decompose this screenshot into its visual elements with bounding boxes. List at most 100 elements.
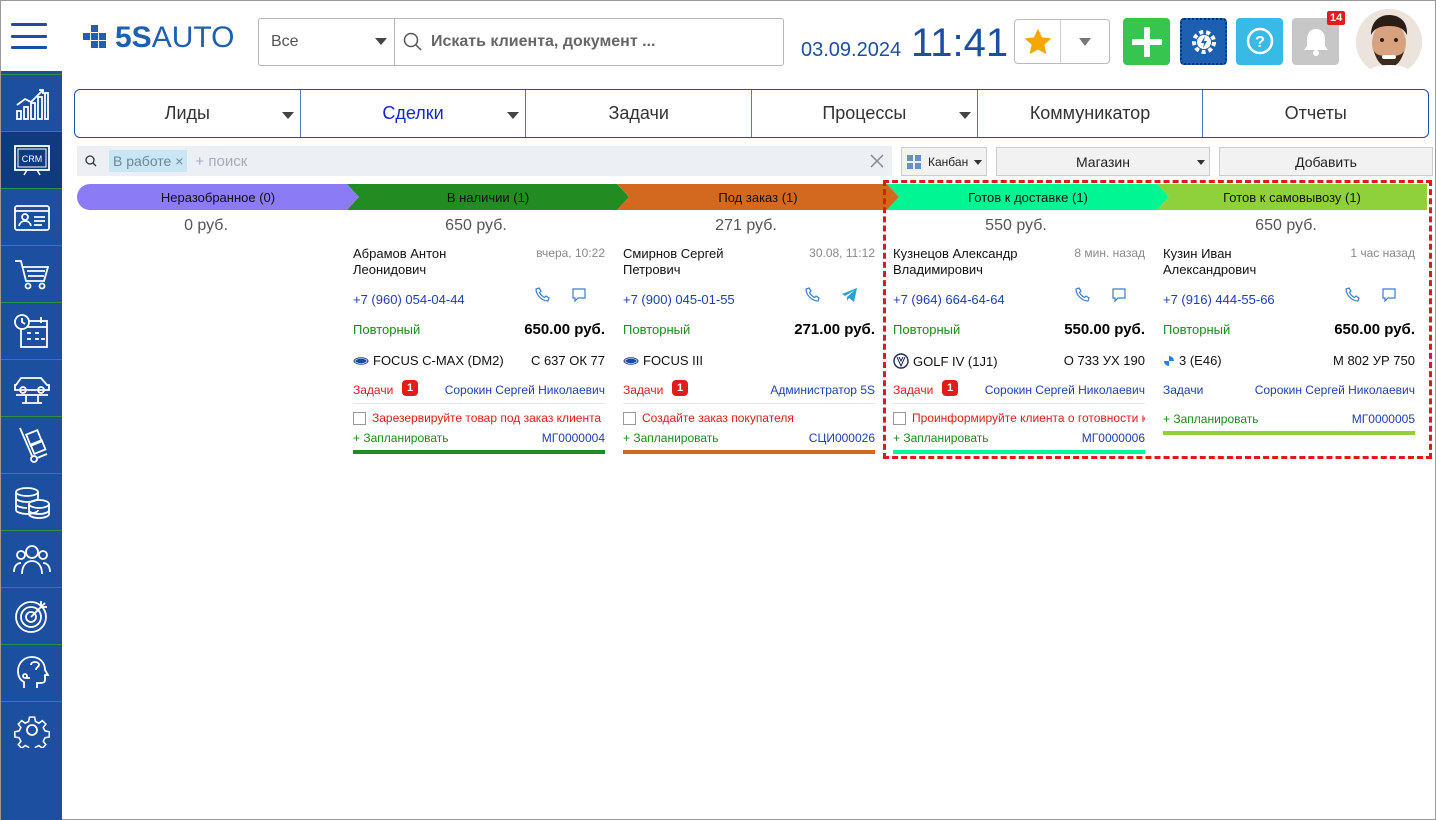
sidebar-item-support[interactable] — [1, 644, 62, 701]
coins-stack-icon — [14, 487, 50, 519]
contact-card-icon — [13, 205, 50, 231]
tab-deals[interactable]: Сделки — [301, 90, 527, 137]
phone-call-icon[interactable] — [805, 287, 821, 303]
stage-in-stock[interactable]: В наличии (1) — [347, 184, 629, 210]
tab-communicator-label: Коммуникатор — [1029, 103, 1151, 123]
help-button[interactable]: ? — [1236, 18, 1283, 65]
sidebar-item-crm[interactable]: CRM — [1, 131, 62, 188]
manager-name[interactable]: Администратор 5S — [770, 383, 875, 397]
sidebar-item-staff[interactable] — [1, 530, 62, 587]
create-new-button[interactable] — [1123, 18, 1170, 65]
filter-chip-in-progress[interactable]: В работе × — [109, 150, 188, 172]
telegram-icon[interactable] — [841, 287, 859, 303]
sidebar-item-finance[interactable] — [1, 473, 62, 530]
stage-on-order[interactable]: Под заказ (1) — [617, 184, 899, 210]
tab-leads-label: Лиды — [164, 103, 210, 123]
chevron-down-icon[interactable] — [958, 112, 971, 119]
stage-unsorted[interactable]: Неразобранное (0) — [77, 184, 359, 210]
kanban-grid-icon — [907, 154, 921, 169]
notifications-button[interactable] — [1292, 18, 1339, 65]
client-type: Повторный — [353, 322, 421, 337]
stage-label: Неразобранное (0) — [160, 189, 276, 205]
store-select[interactable]: Магазин — [996, 147, 1210, 176]
tasks-link[interactable]: Задачи — [353, 383, 393, 397]
license-plate: С 637 ОК 77 — [530, 353, 605, 368]
task-item[interactable]: Создайте заказ покупателя — [623, 411, 875, 425]
tab-leads[interactable]: Лиды — [75, 90, 301, 137]
current-date: 03.09.2024 — [801, 39, 902, 61]
sidebar-item-marketing[interactable] — [1, 587, 62, 644]
favorites-dropdown-button[interactable] — [1061, 20, 1109, 63]
sidebar-item-settings[interactable] — [1, 701, 62, 758]
chevron-down-icon — [1197, 160, 1205, 165]
tab-tasks[interactable]: Задачи — [526, 90, 753, 137]
chip-remove-icon[interactable]: × — [175, 153, 183, 169]
vehicle-info: FOCUS C-MAX (DM2) — [353, 353, 504, 368]
settings-gear-icon — [13, 716, 50, 748]
task-item[interactable]: Зарезервируйте товар под заказ клиента и… — [353, 411, 605, 425]
deal-number[interactable]: МГ0000004 — [542, 431, 605, 445]
store-select-value: Магазин — [1075, 153, 1130, 170]
client-phone[interactable]: +7 (900) 045-01-55 — [623, 292, 735, 307]
tab-processes[interactable]: Процессы — [752, 90, 978, 137]
search-icon — [403, 32, 422, 51]
crm-icon: CRM — [13, 145, 50, 176]
sidebar-item-schedule[interactable] — [1, 302, 62, 359]
logo-text: 5SAUTO — [115, 21, 235, 54]
clear-filter-icon[interactable] — [868, 152, 886, 170]
user-photo-icon — [1356, 9, 1422, 75]
tab-communicator[interactable]: Коммуникатор — [978, 90, 1204, 137]
sidebar-item-analytics[interactable] — [1, 74, 62, 131]
search-scope-select[interactable]: Все — [258, 18, 395, 66]
task-checkbox[interactable] — [353, 411, 366, 425]
stage-label: Под заказ (1) — [718, 189, 798, 205]
task-checkbox[interactable] — [623, 411, 636, 425]
tab-reports[interactable]: Отчеты — [1203, 90, 1428, 137]
stage-color-bar — [623, 450, 875, 454]
manager-name[interactable]: Сорокин Сергей Николаевич — [445, 383, 605, 397]
sidebar-item-service[interactable] — [1, 359, 62, 416]
chat-bubble-icon[interactable] — [571, 287, 587, 303]
task-text: Зарезервируйте товар под заказ клиента и… — [372, 411, 605, 425]
deal-number[interactable]: СЦИ000026 — [809, 431, 875, 445]
deal-timestamp: 30.08, 11:12 — [809, 246, 875, 260]
chevron-down-icon[interactable] — [507, 112, 520, 119]
tasks-link[interactable]: Задачи — [623, 383, 663, 397]
team-icon — [12, 545, 51, 575]
client-name[interactable]: Абрамов Антон Леонидович — [353, 246, 513, 278]
schedule-task-link[interactable]: + Запланировать — [623, 431, 719, 445]
client-name[interactable]: Смирнов Сергей Петрович — [623, 246, 783, 278]
favorites-star-button[interactable] — [1015, 20, 1061, 63]
view-mode-label: Канбан — [928, 154, 969, 169]
ford-logo-icon — [623, 356, 639, 365]
quick-settings-button[interactable] — [1180, 18, 1227, 65]
vehicle-info: FOCUS III — [623, 353, 703, 368]
app-logo[interactable]: 5SAUTO — [83, 23, 235, 53]
chevron-down-icon[interactable] — [281, 112, 294, 119]
tasks-count-badge: 1 — [402, 380, 418, 396]
user-avatar[interactable] — [1356, 9, 1422, 75]
phone-call-icon[interactable] — [535, 287, 551, 303]
global-search-input[interactable]: Искать клиента, документ ... — [394, 18, 784, 66]
hand-truck-icon — [18, 427, 47, 463]
tab-tasks-label: Задачи — [608, 103, 669, 123]
help-question-icon: ? — [1246, 27, 1273, 54]
tab-reports-label: Отчеты — [1284, 103, 1347, 123]
sidebar-item-warehouse[interactable] — [1, 416, 62, 473]
target-icon — [14, 601, 47, 633]
menu-hamburger-icon[interactable] — [11, 23, 47, 49]
deal-filter-input[interactable]: В работе × + поиск — [77, 146, 892, 176]
stage-total: 650 руб. — [445, 217, 507, 234]
stage-total: 0 руб. — [184, 217, 228, 234]
view-mode-select[interactable]: Канбан — [901, 147, 987, 176]
support-head-icon — [16, 656, 50, 688]
schedule-task-link[interactable]: + Запланировать — [353, 431, 449, 445]
gear-lightning-icon — [1191, 29, 1216, 54]
client-phone[interactable]: +7 (960) 054-04-44 — [353, 292, 465, 307]
logo-mark-icon — [83, 25, 106, 48]
chevron-down-icon — [1079, 37, 1091, 46]
sidebar-item-sales[interactable] — [1, 245, 62, 302]
add-deal-button[interactable]: Добавить — [1219, 147, 1433, 176]
sidebar-item-contacts[interactable] — [1, 188, 62, 245]
shopping-cart-icon — [14, 260, 49, 290]
